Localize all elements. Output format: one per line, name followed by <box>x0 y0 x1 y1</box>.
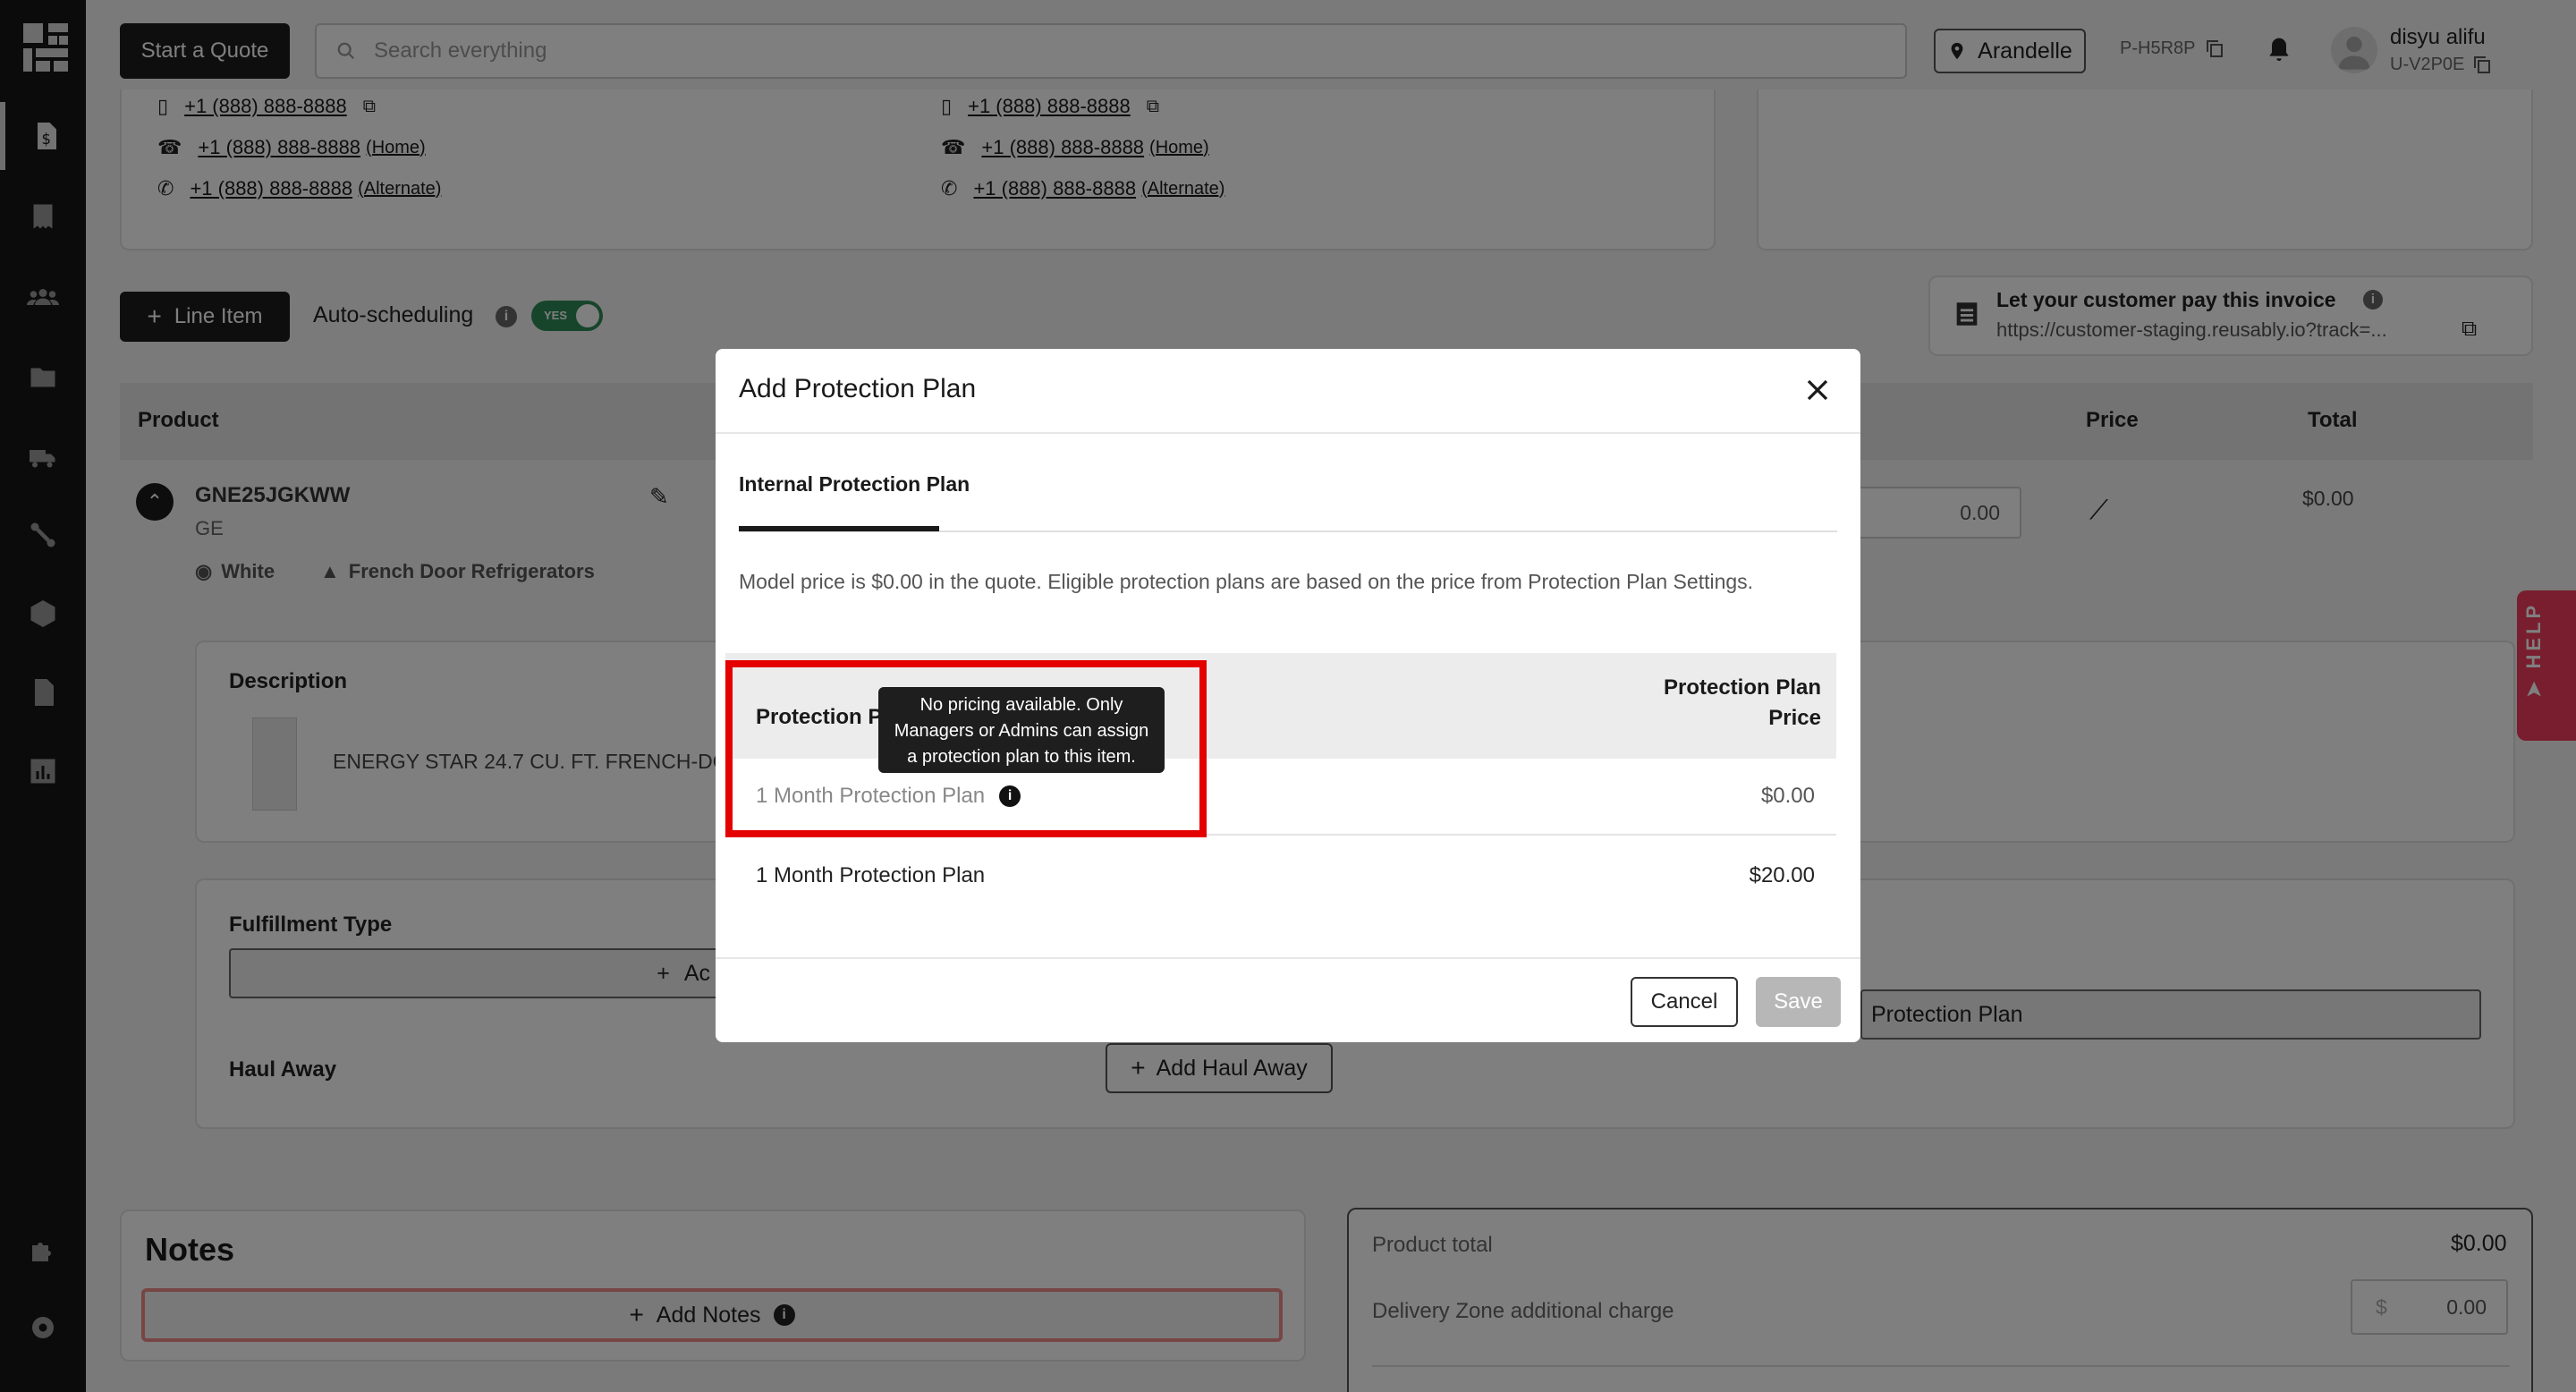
modal-header-divider <box>716 432 1860 434</box>
table-row[interactable]: 1 Month Protection Plan $20.00 <box>725 837 1836 914</box>
col-protection-plan-price: Protection Plan Price <box>1592 673 1821 734</box>
add-protection-plan-modal: Add Protection Plan Internal Protection … <box>716 349 1860 1042</box>
tooltip-line: a protection plan to this item. <box>907 747 1136 767</box>
tab-internal-protection-plan[interactable]: Internal Protection Plan <box>739 472 970 497</box>
plan-price: $0.00 <box>1760 784 1815 808</box>
col-price-line2: Price <box>1768 706 1821 730</box>
modal-title: Add Protection Plan <box>739 374 977 403</box>
plan-price: $20.00 <box>1749 863 1815 887</box>
close-button[interactable] <box>1800 372 1835 408</box>
tooltip: No pricing available. Only Managers or A… <box>878 687 1165 773</box>
close-icon <box>1807 379 1828 401</box>
tooltip-line: No pricing available. Only <box>919 695 1123 715</box>
tooltip-line: Managers or Admins can assign <box>894 721 1149 741</box>
modal-description: Model price is $0.00 in the quote. Eligi… <box>739 570 1754 593</box>
plan-name: 1 Month Protection Plan <box>756 863 986 887</box>
cancel-button[interactable]: Cancel <box>1631 977 1738 1027</box>
active-tab-indicator <box>739 526 939 531</box>
col-price-line1: Protection Plan <box>1663 675 1821 700</box>
modal-footer-divider <box>716 957 1860 959</box>
save-button[interactable]: Save <box>1756 977 1841 1027</box>
